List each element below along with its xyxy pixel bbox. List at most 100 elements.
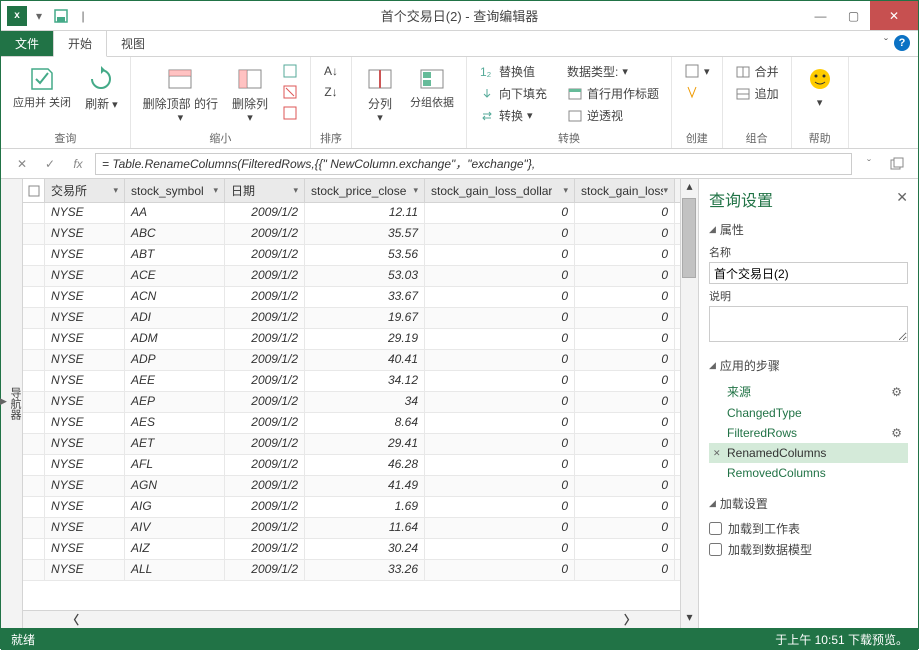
table-row[interactable]: NYSEAGN2009/1/241.4900	[23, 476, 680, 497]
query-settings-close[interactable]: ✕	[896, 189, 908, 206]
applied-step-FilteredRows[interactable]: FilteredRows⚙	[709, 423, 908, 443]
navigator-label: 导航器	[7, 387, 23, 420]
table-row[interactable]: NYSEAEP2009/1/23400	[23, 392, 680, 413]
table-row[interactable]: NYSEADI2009/1/219.6700	[23, 308, 680, 329]
column-header-交易所[interactable]: 交易所▾	[45, 179, 125, 202]
vscroll-track[interactable]	[681, 279, 698, 610]
vscroll-up[interactable]: ▴	[681, 179, 698, 197]
desc-label: 说明	[709, 288, 908, 304]
table-row[interactable]: NYSEADP2009/1/240.4100	[23, 350, 680, 371]
first-row-header-button[interactable]: 首行用作标题	[563, 83, 663, 104]
sort-asc-button[interactable]: A↓	[319, 61, 343, 81]
gear-icon[interactable]: ⚙	[891, 385, 902, 399]
formula-fx-icon[interactable]: fx	[67, 153, 89, 175]
load-header[interactable]: ◢加载设置	[709, 495, 908, 512]
column-header-日期[interactable]: 日期▾	[225, 179, 305, 202]
table-row[interactable]: NYSEAIZ2009/1/230.2400	[23, 539, 680, 560]
table-corner-icon[interactable]	[23, 179, 45, 202]
help-button[interactable]: ▾	[800, 61, 840, 112]
hscroll-right[interactable]: 〉	[620, 611, 640, 628]
formula-accept[interactable]: ✓	[39, 153, 61, 175]
table-row[interactable]: NYSEADM2009/1/229.1900	[23, 329, 680, 350]
sort-desc-button[interactable]: Z↓	[319, 82, 343, 102]
maximize-button[interactable]: ▢	[837, 1, 870, 30]
reduce-small3[interactable]	[278, 103, 302, 123]
fill-down-button[interactable]: 向下填充	[475, 83, 551, 104]
cell: 0	[575, 497, 675, 517]
cell: 0	[425, 329, 575, 349]
cell: 0	[425, 434, 575, 454]
navigator-pane[interactable]: ▶ 导航器	[1, 179, 23, 628]
load-to-model-checkbox[interactable]: 加载到数据模型	[709, 539, 908, 560]
steps-header[interactable]: ◢应用的步骤	[709, 357, 908, 374]
cell: 2009/1/2	[225, 203, 305, 223]
data-type-button[interactable]: 数据类型: ▾	[563, 61, 663, 82]
load-to-sheet-checkbox[interactable]: 加载到工作表	[709, 518, 908, 539]
table-row[interactable]: NYSEAES2009/1/28.6400	[23, 413, 680, 434]
table-row[interactable]: NYSEABC2009/1/235.5700	[23, 224, 680, 245]
split-column-button[interactable]: 分列▾	[360, 61, 400, 127]
cell: 0	[575, 329, 675, 349]
formula-input[interactable]	[95, 153, 852, 175]
remove-columns-button[interactable]: 删除列▾	[228, 61, 272, 127]
unpivot-button[interactable]: 逆透视	[563, 105, 663, 126]
column-header-stock_gain_loss_p[interactable]: stock_gain_loss_p▾	[575, 179, 675, 202]
gear-icon[interactable]: ⚙	[891, 426, 902, 440]
table-row[interactable]: NYSEACE2009/1/253.0300	[23, 266, 680, 287]
table-row[interactable]: NYSEAIG2009/1/21.6900	[23, 497, 680, 518]
refresh-button[interactable]: 刷新 ▾	[81, 61, 122, 114]
table-row[interactable]: NYSEACN2009/1/233.6700	[23, 287, 680, 308]
minimize-button[interactable]: —	[804, 1, 837, 30]
query-name-input[interactable]	[709, 262, 908, 284]
cell: AIZ	[125, 539, 225, 559]
replace-values-button[interactable]: 1₂替换值	[475, 61, 551, 82]
table-row[interactable]: NYSEALL2009/1/233.2600	[23, 560, 680, 581]
group-by-button[interactable]: 分组依据	[406, 61, 458, 112]
cell: 2009/1/2	[225, 224, 305, 244]
table-row[interactable]: NYSEAET2009/1/229.4100	[23, 434, 680, 455]
svg-text:1₂: 1₂	[480, 66, 492, 78]
vscroll-thumb[interactable]	[682, 198, 696, 278]
reduce-small2[interactable]	[278, 82, 302, 102]
cell: 0	[575, 245, 675, 265]
column-header-stock_price_close[interactable]: stock_price_close▾	[305, 179, 425, 202]
cell: AIG	[125, 497, 225, 517]
vscroll-down[interactable]: ▾	[681, 610, 698, 628]
applied-step-RenamedColumns[interactable]: RenamedColumns	[709, 443, 908, 463]
close-button[interactable]: ✕	[870, 1, 918, 30]
reduce-small1[interactable]	[278, 61, 302, 81]
applied-step-ChangedType[interactable]: ChangedType	[709, 403, 908, 423]
tab-view[interactable]: 视图	[107, 31, 159, 56]
tab-home[interactable]: 开始	[53, 30, 107, 57]
cell: 19.67	[305, 308, 425, 328]
qat-dropdown[interactable]: ▾	[29, 6, 49, 26]
help-icon[interactable]: ?	[894, 35, 910, 51]
table-row[interactable]: NYSEAEE2009/1/234.1200	[23, 371, 680, 392]
formula-popout[interactable]	[886, 153, 908, 175]
tab-file[interactable]: 文件	[1, 31, 53, 56]
query-desc-input[interactable]	[709, 306, 908, 342]
create-small1[interactable]: ▾	[680, 61, 714, 81]
table-row[interactable]: NYSEAIV2009/1/211.6400	[23, 518, 680, 539]
table-row[interactable]: NYSEAFL2009/1/246.2800	[23, 455, 680, 476]
merge-button[interactable]: 合并	[731, 61, 783, 82]
cell: 0	[575, 539, 675, 559]
column-header-stock_gain_loss_dollar[interactable]: stock_gain_loss_dollar▾	[425, 179, 575, 202]
column-header-stock_symbol[interactable]: stock_symbol▾	[125, 179, 225, 202]
properties-header[interactable]: ◢属性	[709, 221, 908, 238]
convert-button[interactable]: 转换 ▾	[475, 105, 551, 126]
hscroll-left[interactable]: 〈	[63, 611, 83, 628]
formula-expand[interactable]: ˇ	[858, 153, 880, 175]
formula-cancel[interactable]: ✕	[11, 153, 33, 175]
append-button[interactable]: 追加	[731, 83, 783, 104]
cell: NYSE	[45, 329, 125, 349]
apply-close-button[interactable]: 应用并 关闭	[9, 61, 75, 112]
applied-step-来源[interactable]: 来源⚙	[709, 380, 908, 403]
ribbon-collapse-icon[interactable]: ˇ	[884, 36, 888, 50]
qat-save[interactable]	[51, 6, 71, 26]
applied-step-RemovedColumns[interactable]: RemovedColumns	[709, 463, 908, 483]
table-row[interactable]: NYSEAA2009/1/212.1100	[23, 203, 680, 224]
table-row[interactable]: NYSEABT2009/1/253.5600	[23, 245, 680, 266]
create-small2[interactable]	[680, 82, 714, 102]
remove-top-rows-button[interactable]: 删除顶部 的行▾	[139, 61, 222, 127]
